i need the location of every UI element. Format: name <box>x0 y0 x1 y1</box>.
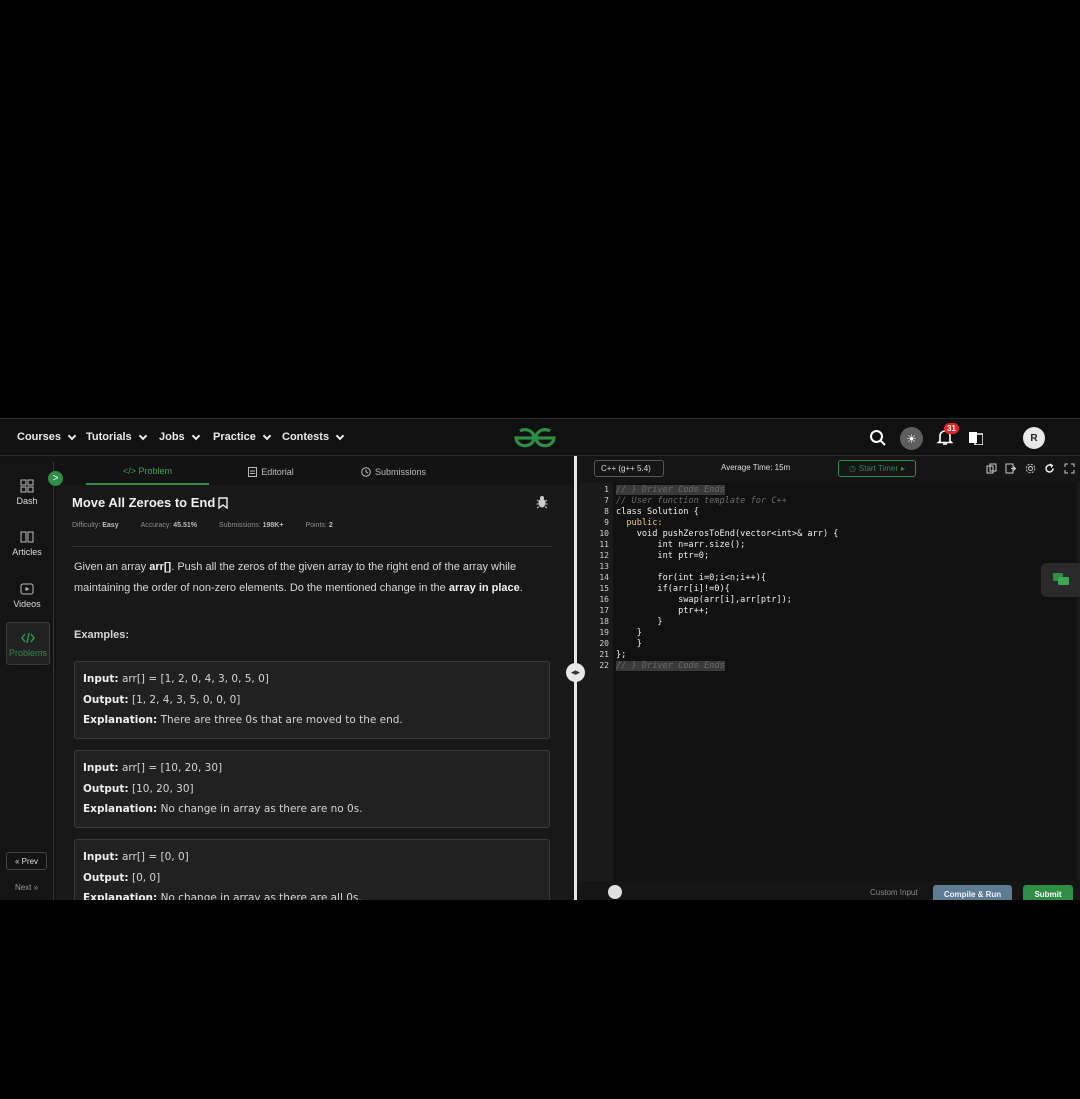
app-window: Courses Tutorials Jobs Practice Contests… <box>0 418 1080 900</box>
chevron-down-icon <box>67 431 77 440</box>
code-icon <box>21 632 35 644</box>
nav-tutorials[interactable]: Tutorials <box>86 431 147 443</box>
chat-icon <box>1052 573 1069 585</box>
notification-badge: 31 <box>944 423 959 434</box>
play-icon: ▸ <box>901 464 906 473</box>
divider <box>72 546 552 547</box>
start-timer-button[interactable]: ◷ Start Timer ▸ <box>838 460 916 477</box>
code-line: int n=arr.size(); <box>616 540 746 550</box>
resize-handle-icon[interactable]: ◂▸ <box>566 663 585 682</box>
left-sidebar: Dash Articles Videos Problems « Prev Nex… <box>0 462 54 900</box>
sun-icon: ☀ <box>906 431 917 446</box>
custom-input-toggle[interactable]: Custom Input <box>870 888 918 897</box>
gfg-logo-icon[interactable] <box>512 426 558 450</box>
bookmark-icon[interactable] <box>218 496 228 509</box>
translate-icon[interactable] <box>969 431 983 445</box>
dashboard-icon <box>20 479 34 493</box>
chevron-down-icon <box>262 431 272 440</box>
next-button[interactable]: Next » <box>6 878 47 896</box>
report-bug-icon[interactable] <box>536 495 548 509</box>
copy-icon[interactable] <box>986 463 997 474</box>
code-area[interactable]: // } Driver Code Ends // User function t… <box>613 483 1077 881</box>
book-icon <box>20 531 34 543</box>
sidebar-item-dash[interactable]: Dash <box>0 479 54 506</box>
code-line: } <box>616 628 642 638</box>
code-line: // } Driver Code Ends <box>616 661 725 671</box>
top-navbar: Courses Tutorials Jobs Practice Contests… <box>0 418 1080 456</box>
code-line: } <box>616 617 663 627</box>
sidebar-item-videos[interactable]: Videos <box>0 582 54 609</box>
difficulty-value: Easy <box>102 522 119 529</box>
problem-title: Move All Zeroes to End <box>72 495 228 510</box>
tab-submissions[interactable]: Submissions <box>336 459 451 485</box>
code-line: if(arr[i]!=0){ <box>616 584 730 594</box>
compile-run-button[interactable]: Compile & Run <box>933 885 1012 900</box>
code-line: // User function template for C++ <box>616 496 787 506</box>
document-icon <box>248 467 258 477</box>
tab-problem[interactable]: </> Problem <box>86 459 209 485</box>
editor-toolbar: C++ (g++ 5.4) Average Time: 15m ◷ Start … <box>578 456 1080 483</box>
prev-button[interactable]: « Prev <box>6 852 47 870</box>
code-line: swap(arr[i],arr[ptr]); <box>616 595 792 605</box>
code-line: // } Driver Code Ends <box>616 485 725 495</box>
average-time: Average Time: 15m <box>721 463 791 472</box>
chevron-down-icon <box>138 431 147 440</box>
code-line: class Solution { <box>616 507 699 517</box>
chevron-down-icon <box>191 431 200 440</box>
chevron-down-icon <box>335 431 345 440</box>
examples-heading: Examples: <box>74 629 130 641</box>
lightbulb-icon[interactable] <box>608 885 622 899</box>
line-gutter: 1 7 8 9 10 11 12 13 14 15 16 17 18 19 20… <box>578 483 613 881</box>
code-line: int ptr=0; <box>616 551 710 561</box>
avatar[interactable]: R <box>1023 427 1045 449</box>
code-line: }; <box>616 650 627 660</box>
video-icon <box>20 583 34 595</box>
nav-courses[interactable]: Courses <box>17 431 77 443</box>
nav-practice[interactable]: Practice <box>213 431 272 443</box>
problem-panel: Move All Zeroes to End Difficulty: Easy … <box>56 485 572 900</box>
search-icon[interactable] <box>869 429 887 447</box>
nav-jobs[interactable]: Jobs <box>159 431 200 443</box>
accuracy-value: 45.51% <box>173 522 198 529</box>
code-line: void pushZerosToEnd(vector<int>& arr) { <box>616 529 839 539</box>
example-box: Input: arr[] = [1, 2, 0, 4, 3, 0, 5, 0] … <box>74 661 550 739</box>
example-box: Input: arr[] = [10, 20, 30] Output: [10,… <box>74 750 550 828</box>
code-line: for(int i=0;i<n;i++){ <box>616 573 767 583</box>
code-line: ptr++; <box>616 606 710 616</box>
tab-editorial[interactable]: Editorial <box>206 459 336 485</box>
settings-icon[interactable] <box>1025 463 1036 474</box>
reset-icon[interactable] <box>1044 463 1055 474</box>
theme-toggle-button[interactable]: ☀ <box>900 427 923 450</box>
code-editor[interactable]: 1 7 8 9 10 11 12 13 14 15 16 17 18 19 20… <box>578 483 1080 881</box>
nav-contests[interactable]: Contests <box>282 431 345 443</box>
sidebar-item-problems[interactable]: Problems <box>6 622 50 665</box>
problem-description: Given an array arr[]. Push all the zeros… <box>74 561 523 594</box>
upload-icon[interactable] <box>1005 463 1016 474</box>
code-line: public: <box>616 518 663 528</box>
points-value: 2 <box>328 522 333 529</box>
clock-icon: ◷ <box>848 464 856 473</box>
code-line: } <box>616 639 642 649</box>
sidebar-item-articles[interactable]: Articles <box>0 530 54 557</box>
clock-icon <box>361 467 371 477</box>
submissions-value: 198K+ <box>262 522 284 529</box>
problem-meta: Difficulty: Easy Accuracy: 45.51% Submis… <box>72 522 333 529</box>
example-box: Input: arr[] = [0, 0] Output: [0, 0] Exp… <box>74 839 550 900</box>
sidebar-toggle-button[interactable]: > <box>48 471 63 486</box>
editor-footer: Custom Input Compile & Run Submit <box>578 881 1080 900</box>
problem-tabs: </> Problem Editorial Submissions <box>56 459 572 485</box>
submit-button[interactable]: Submit <box>1023 885 1073 900</box>
fullscreen-icon[interactable] <box>1064 463 1075 474</box>
language-select[interactable]: C++ (g++ 5.4) <box>594 460 664 477</box>
chat-button[interactable] <box>1041 563 1080 597</box>
